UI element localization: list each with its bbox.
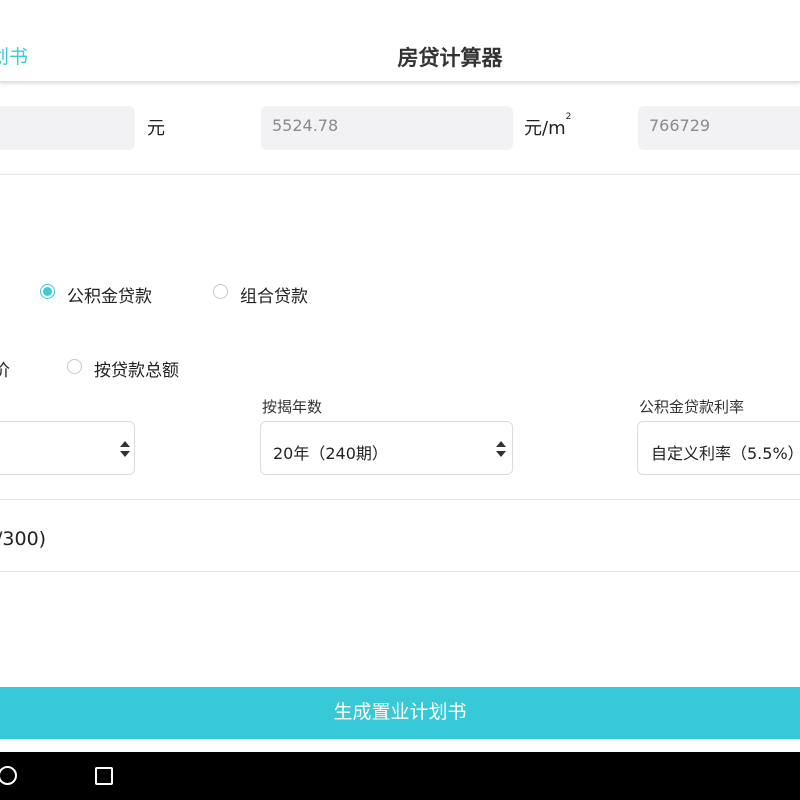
calc-by-loan-total[interactable]: 按贷款总额 <box>94 356 179 381</box>
top-bar: 划书 房贷计算器 <box>0 0 800 82</box>
total-price-unit: 元 <box>147 118 165 139</box>
loan-ratio-select[interactable] <box>0 421 135 475</box>
radio-unchecked-icon[interactable] <box>67 359 82 374</box>
select-arrows-icon <box>120 441 130 457</box>
section-divider <box>0 571 800 572</box>
section-divider <box>0 174 800 175</box>
rate-label: 公积金贷款利率 <box>639 398 745 416</box>
radio-unchecked-icon[interactable] <box>213 284 228 299</box>
section-divider <box>0 499 800 500</box>
unit-price-unit: 元/m2 <box>524 112 572 139</box>
mortgage-years-select[interactable]: 20年（240期） <box>260 421 513 475</box>
select-arrows-icon <box>496 441 506 457</box>
generate-plan-button[interactable]: 生成置业计划书 <box>0 687 800 739</box>
loan-type-provident-fund[interactable]: 公积金贷款 <box>67 282 152 307</box>
system-nav-bar <box>0 752 800 800</box>
nav-bar-strip <box>0 740 258 752</box>
mortgage-years-value: 20年（240期） <box>273 444 388 463</box>
loan-type-combined[interactable]: 组合贷款 <box>240 282 308 307</box>
unit-price-value: 5524.78 <box>272 116 339 135</box>
interest-rate-value: 自定义利率（5.5%） <box>651 444 800 463</box>
interest-rate-select[interactable]: 自定义利率（5.5%） <box>637 421 800 475</box>
notes-char-counter: /300) <box>0 528 47 550</box>
total-price-input[interactable] <box>0 106 135 150</box>
calc-by-price-label[interactable]: 价 <box>0 356 10 381</box>
years-label: 按揭年数 <box>262 398 323 416</box>
page-title: 房贷计算器 <box>397 46 503 70</box>
total-amount-value: 766729 <box>649 116 711 135</box>
radio-checked-icon[interactable] <box>40 284 55 299</box>
recent-apps-square-icon[interactable] <box>95 767 113 785</box>
